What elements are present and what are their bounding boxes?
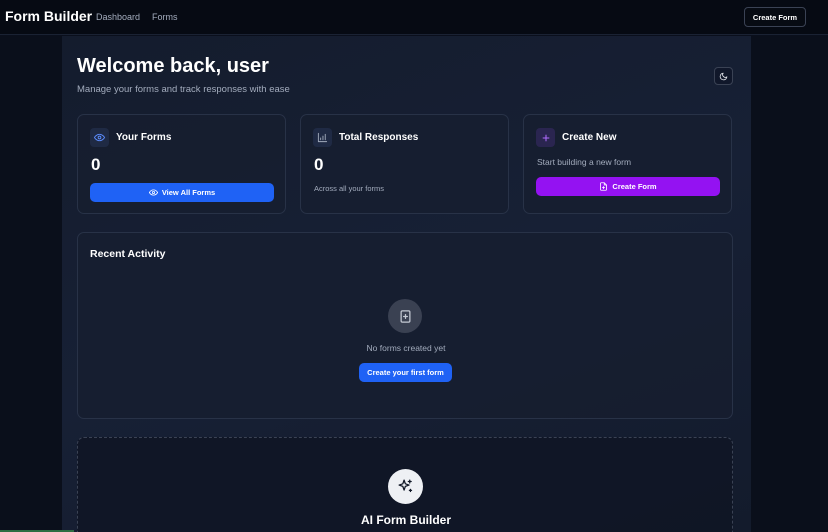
nav-link-forms[interactable]: Forms bbox=[152, 12, 178, 22]
page-title: Welcome back, user bbox=[77, 55, 269, 77]
card-title: Create New bbox=[562, 132, 617, 143]
button-label: View All Forms bbox=[161, 188, 216, 197]
moon-icon bbox=[719, 72, 728, 80]
file-plus-icon bbox=[400, 309, 410, 323]
plus-icon bbox=[542, 134, 549, 141]
nav-create-form-button[interactable]: Create Form bbox=[744, 7, 806, 27]
sparkles-icon bbox=[398, 479, 413, 493]
theme-toggle-button[interactable] bbox=[714, 67, 733, 85]
create-new-card: Create New Start building a new form Cre… bbox=[523, 114, 732, 214]
card-title: Your Forms bbox=[116, 132, 172, 143]
ai-form-builder-panel[interactable]: AI Form Builder bbox=[77, 437, 733, 532]
bar-chart-icon bbox=[317, 132, 328, 143]
card-icon-wrapper bbox=[90, 128, 109, 147]
nav-link-dashboard[interactable]: Dashboard bbox=[96, 12, 140, 22]
ai-icon-wrapper bbox=[388, 469, 423, 504]
top-navbar: Form Builder Dashboard Forms Create Form bbox=[0, 0, 828, 35]
create-first-form-button[interactable]: Create your first form bbox=[359, 363, 452, 382]
brand-logo[interactable]: Form Builder bbox=[5, 8, 92, 24]
your-forms-card: Your Forms 0 View All Forms bbox=[77, 114, 286, 214]
total-responses-card: Total Responses 0 Across all your forms bbox=[300, 114, 509, 214]
forms-count: 0 bbox=[91, 155, 101, 174]
eye-icon bbox=[148, 189, 158, 196]
empty-state-icon-wrapper bbox=[388, 299, 422, 333]
view-all-forms-button[interactable]: View All Forms bbox=[90, 183, 274, 202]
right-gutter bbox=[751, 36, 828, 532]
eye-icon bbox=[94, 133, 105, 142]
section-title: Recent Activity bbox=[90, 248, 166, 260]
card-title: Total Responses bbox=[339, 132, 419, 143]
button-label: Create Form bbox=[612, 182, 657, 191]
responses-note: Across all your forms bbox=[314, 184, 385, 193]
create-form-button[interactable]: Create Form bbox=[536, 177, 720, 196]
recent-activity-panel: Recent Activity No forms created yet Cre… bbox=[77, 232, 733, 419]
empty-state-text: No forms created yet bbox=[366, 343, 446, 353]
page-subtitle: Manage your forms and track responses wi… bbox=[77, 84, 290, 95]
ai-builder-title: AI Form Builder bbox=[360, 513, 451, 527]
card-icon-wrapper bbox=[536, 128, 555, 147]
responses-count: 0 bbox=[314, 155, 324, 174]
create-description: Start building a new form bbox=[537, 157, 632, 167]
file-plus-icon bbox=[600, 182, 608, 191]
card-icon-wrapper bbox=[313, 128, 332, 147]
left-gutter bbox=[0, 36, 62, 532]
